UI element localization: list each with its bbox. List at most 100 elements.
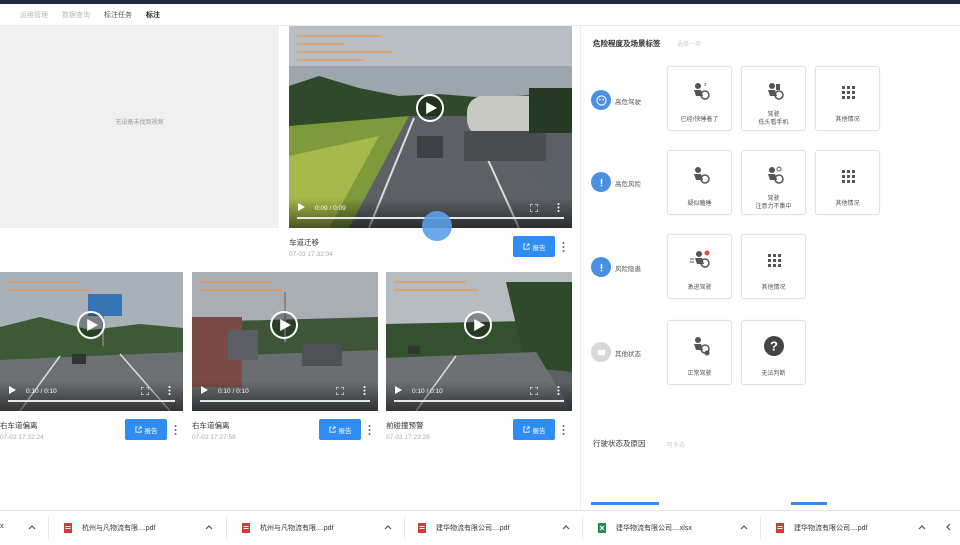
play-icon[interactable]	[416, 94, 444, 122]
report-button[interactable]: 报告	[125, 419, 167, 440]
option-distracted[interactable]: 驾驶 注意力不集中	[741, 150, 806, 215]
more-vertical-icon[interactable]	[557, 203, 560, 212]
video-player-2[interactable]: ▬▬▬▬▬▬▬▬▬▬▬▬ ▬▬▬▬▬▬▬▬▬▬▬▬▬▬ 0:10 / 0:10	[0, 272, 183, 411]
external-link-icon	[134, 426, 142, 433]
section-subtitle: 可多选	[667, 443, 686, 449]
external-link-icon	[328, 426, 336, 433]
option-other[interactable]: 其他情况	[815, 150, 880, 215]
misc-icon	[591, 342, 611, 362]
report-button[interactable]: 报告	[513, 236, 555, 257]
video-player-1[interactable]: ▬▬▬▬▬▬▬▬▬▬▬▬▬▬ ▬▬▬▬▬▬▬▬ ▬▬▬▬▬▬▬▬▬▬▬▬▬▬▬▬ ▬▬…	[289, 26, 572, 228]
download-item[interactable]: 建华物流有限公司....pdf	[776, 511, 868, 545]
option-undetermined[interactable]: ? 无法判断	[741, 320, 806, 385]
chevron-up-icon[interactable]	[205, 523, 213, 531]
card-menu-icon[interactable]	[562, 242, 565, 252]
option-other[interactable]: 其他情况	[815, 66, 880, 131]
video-overlay-text: ▬▬▬▬▬▬▬▬▬▬▬▬▬▬ ▬▬▬▬▬▬▬▬ ▬▬▬▬▬▬▬▬▬▬▬▬▬▬▬▬ ▬▬…	[297, 33, 393, 63]
card-menu-icon[interactable]	[174, 425, 177, 435]
empty-video-placeholder: 无设备未找到视频	[0, 26, 279, 228]
pdf-file-icon	[776, 523, 784, 533]
scroll-left-icon[interactable]	[944, 523, 952, 531]
progress-bar[interactable]	[394, 400, 564, 402]
nav-tab-ops[interactable]: 运维管理	[20, 10, 48, 20]
normal-driver-icon	[694, 337, 710, 356]
distracted-driver-icon	[768, 166, 784, 184]
divider	[48, 517, 49, 539]
more-vertical-icon[interactable]	[168, 386, 171, 395]
more-vertical-icon[interactable]	[557, 386, 560, 395]
nav-tab-tasks[interactable]: 标注任务	[104, 10, 132, 20]
option-label: 其他情况	[835, 201, 860, 207]
download-item[interactable]: 建华物流有限公司....pdf	[418, 511, 510, 545]
option-label: 其他情况	[761, 285, 786, 291]
category-label: 其他状态	[615, 351, 641, 358]
video-title: 前碰撞预警	[386, 421, 424, 430]
play-small-icon[interactable]	[297, 203, 305, 211]
warning-icon	[591, 257, 611, 277]
fullscreen-icon[interactable]	[336, 387, 344, 395]
download-filename: 建华物流有限公司....pdf	[794, 525, 868, 532]
video-player-4[interactable]: ▬▬▬▬▬▬▬▬▬▬▬▬ ▬▬▬▬▬▬▬▬▬▬▬▬▬▬ 0:10 / 0:10	[386, 272, 572, 411]
card-menu-icon[interactable]	[562, 425, 565, 435]
option-phone[interactable]: 驾驶 低头看手机	[741, 66, 806, 131]
video-player-3[interactable]: ▬▬▬▬▬▬▬▬▬▬▬▬ ▬▬▬▬▬▬▬▬▬▬▬▬▬▬ 0:10 / 0:10	[192, 272, 378, 411]
divider	[226, 517, 227, 539]
video-time: 0:09 / 0:09	[315, 205, 346, 212]
fullscreen-icon[interactable]	[530, 387, 538, 395]
video-card-3: ▬▬▬▬▬▬▬▬▬▬▬▬ ▬▬▬▬▬▬▬▬▬▬▬▬▬▬ 0:10 / 0:10 右…	[192, 272, 378, 452]
divider	[404, 517, 405, 539]
play-icon[interactable]	[77, 311, 105, 339]
video-controls: 0:10 / 0:10	[386, 381, 572, 411]
report-label: 报告	[338, 427, 352, 435]
chevron-up-icon[interactable]	[918, 523, 926, 531]
more-vertical-icon[interactable]	[363, 386, 366, 395]
option-other[interactable]: 其他情况	[741, 234, 806, 299]
phone-driver-icon	[768, 83, 784, 100]
play-icon[interactable]	[270, 311, 298, 339]
chevron-up-icon[interactable]	[740, 523, 748, 531]
download-item[interactable]: 杭州与凡物流有限....pdf	[64, 511, 156, 545]
video-overlay-text: ▬▬▬▬▬▬▬▬▬▬▬▬ ▬▬▬▬▬▬▬▬▬▬▬▬▬▬	[200, 279, 284, 293]
report-button[interactable]: 报告	[319, 419, 361, 440]
drag-handle[interactable]	[422, 211, 452, 241]
nav-tab-annotate[interactable]: 标注	[146, 10, 160, 20]
option-normal[interactable]: 正常驾驶	[667, 320, 732, 385]
chevron-up-icon[interactable]	[28, 523, 36, 531]
download-filename: 杭州与凡物流有限....pdf	[260, 525, 334, 532]
video-overlay-text: ▬▬▬▬▬▬▬▬▬▬▬▬ ▬▬▬▬▬▬▬▬▬▬▬▬▬▬	[8, 279, 92, 293]
category-label: 高危风险	[615, 181, 641, 188]
category-label: 风险隐患	[615, 266, 641, 273]
nav-tab-query[interactable]: 数据查询	[62, 10, 90, 20]
play-icon[interactable]	[464, 311, 492, 339]
download-item[interactable]: 建华物流有限公司....xlsx	[598, 511, 692, 545]
external-link-icon	[522, 243, 530, 250]
fullscreen-icon[interactable]	[530, 204, 538, 212]
progress-bar[interactable]	[8, 400, 175, 402]
chevron-up-icon[interactable]	[384, 523, 392, 531]
face-icon	[591, 90, 611, 110]
video-title: 车道迁移	[289, 238, 319, 247]
report-button[interactable]: 报告	[513, 419, 555, 440]
option-label: 正常驾驶	[687, 371, 712, 377]
option-label: 无法判断	[761, 371, 786, 377]
video-timestamp: 07-03 17:23:28	[386, 434, 430, 441]
card-menu-icon[interactable]	[368, 425, 371, 435]
download-item[interactable]: 杭州与凡物流有限....pdf	[242, 511, 334, 545]
chevron-up-icon[interactable]	[562, 523, 570, 531]
option-drowsy[interactable]: 疑似瞌睡	[667, 150, 732, 215]
svg-text:?: ?	[770, 339, 778, 354]
video-title: 右车道偏离	[0, 421, 38, 430]
xlsx-file-icon	[598, 523, 606, 533]
placeholder-text: 无设备未找到视频	[115, 120, 164, 126]
progress-bar[interactable]	[200, 400, 370, 402]
option-asleep[interactable]: z 已经/快睡着了	[667, 66, 732, 131]
download-filename: 建华物流有限公司....pdf	[436, 525, 510, 532]
play-small-icon[interactable]	[8, 386, 16, 394]
download-name-partial: x	[0, 523, 4, 530]
play-small-icon[interactable]	[200, 386, 208, 394]
download-filename: 杭州与凡物流有限....pdf	[82, 525, 156, 532]
report-label: 报告	[532, 244, 546, 252]
fullscreen-icon[interactable]	[141, 387, 149, 395]
option-aggressive[interactable]: 激进驾驶	[667, 234, 732, 299]
play-small-icon[interactable]	[394, 386, 402, 394]
